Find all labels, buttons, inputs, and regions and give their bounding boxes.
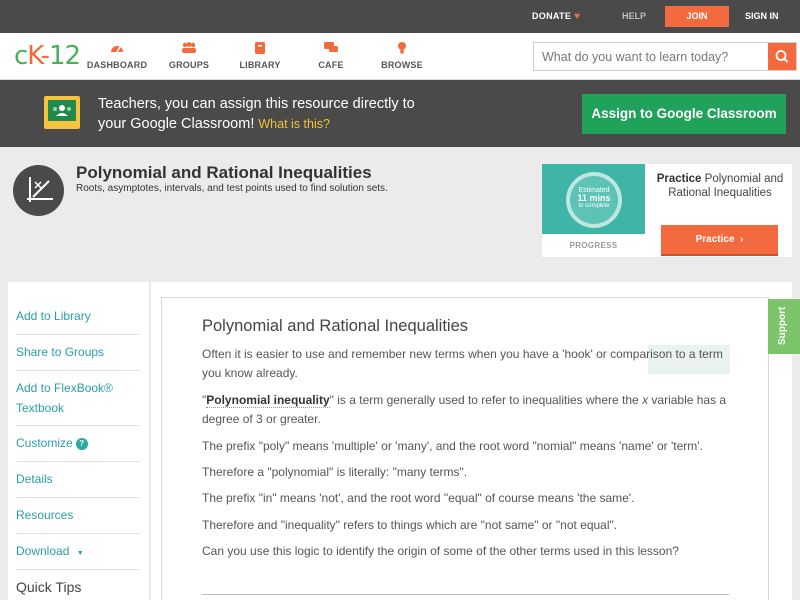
graph-axes-icon (13, 165, 64, 216)
practice-title-bold: Practice (656, 173, 702, 185)
divider (16, 370, 140, 371)
divider (16, 334, 140, 335)
download-label: Download (16, 544, 70, 558)
ck12-logo[interactable]: cK-12 (14, 41, 81, 71)
vocab-term-polynomial-inequality[interactable]: Polynomial inequality (206, 393, 330, 408)
content-paragraph: "Polynomial inequality" is a term genera… (202, 391, 732, 429)
content-paragraph: Therefore and "inequality" refers to thi… (202, 518, 618, 532)
donate-label[interactable]: DONATE (532, 11, 571, 21)
content-title: Polynomial and Rational Inequalities (202, 317, 468, 335)
content-paragraph: The prefix "in" means 'not', and the roo… (202, 491, 635, 505)
search-button[interactable] (768, 43, 796, 70)
content-paragraph: The prefix "poly" means 'multiple' or 'm… (202, 439, 703, 453)
practice-button[interactable]: Practice › (661, 225, 778, 254)
quick-tips-heading: Quick Tips (16, 579, 82, 595)
chevron-right-icon: › (737, 234, 744, 245)
practice-estimate-badge: Estimated 11 mins to complete (542, 164, 645, 234)
paragraph-text: is a term generally used to refer to ine… (333, 393, 643, 407)
google-classroom-banner: Teachers, you can assign this resource d… (0, 80, 800, 147)
nav-cafe[interactable]: CAFE (296, 41, 366, 70)
logo-c: c (14, 41, 28, 71)
logo-dash: - (40, 41, 50, 71)
groups-people-icon (182, 42, 196, 53)
nav-groups[interactable]: GROUPS (154, 41, 224, 70)
progress-label: PROGRESS (569, 241, 618, 250)
logo-k: K (27, 41, 41, 71)
left-sidebar: Add to Library Share to Groups Add to Fl… (8, 282, 149, 600)
classroom-message: Teachers, you can assign this resource d… (98, 94, 415, 134)
heart-icon: ♥ (574, 11, 581, 22)
content-paragraph: Often it is easier to use and remember n… (202, 347, 723, 380)
content-paragraph: Can you use this logic to identify the o… (202, 544, 679, 558)
nav-library[interactable]: LIBRARY (225, 41, 295, 70)
divider (16, 497, 140, 498)
lesson-subtitle: Roots, asymptotes, intervals, and test p… (76, 183, 388, 194)
classroom-message-line1: Teachers, you can assign this resource d… (98, 96, 415, 112)
support-label: Support (777, 306, 788, 345)
nav-dashboard-label: DASHBOARD (86, 60, 148, 70)
donate-link[interactable]: DONATE ♥ (532, 11, 580, 22)
nav-browse[interactable]: BROWSE (367, 41, 437, 70)
customize-link[interactable]: Customize? (16, 433, 140, 453)
estimate-ring: Estimated 11 mins to complete (566, 172, 622, 228)
nav-dashboard[interactable]: DASHBOARD (82, 41, 152, 70)
cafe-chat-icon (324, 42, 338, 52)
add-to-flexbook-link[interactable]: Add to FlexBook® Textbook (16, 378, 140, 418)
dashboard-gauge-icon (111, 46, 123, 53)
resources-link[interactable]: Resources (16, 505, 140, 525)
library-book-icon (255, 42, 265, 54)
estimated-mins: 11 mins (577, 193, 611, 203)
classroom-message-line2: your Google Classroom! (98, 116, 255, 132)
practice-card: Estimated 11 mins to complete PROGRESS P… (542, 164, 792, 257)
divider (16, 425, 140, 426)
divider (16, 569, 140, 570)
browse-lightbulb-icon (398, 42, 406, 54)
divider (16, 461, 140, 462)
join-button[interactable]: JOIN (665, 6, 729, 27)
content-divider (202, 594, 729, 595)
add-to-flexbook-textbook-label: Textbook (16, 401, 65, 415)
caret-down-icon: ▼ (76, 550, 84, 557)
add-to-library-link[interactable]: Add to Library (16, 306, 140, 326)
assign-google-classroom-button[interactable]: Assign to Google Classroom (582, 94, 786, 134)
lesson-title: Polynomial and Rational Inequalities (76, 163, 372, 182)
search-bar (533, 42, 797, 71)
download-link[interactable]: Download ▼ (16, 541, 140, 564)
nav-cafe-label: CAFE (318, 60, 344, 70)
content-paragraph: Therefore a "polynomial" is literally: "… (202, 465, 468, 479)
share-to-groups-link[interactable]: Share to Groups (16, 342, 140, 362)
customize-label: Customize (16, 436, 73, 450)
practice-title[interactable]: Practice Polynomial and Rational Inequal… (652, 172, 788, 200)
help-link[interactable]: HELP (622, 11, 646, 21)
to-complete-label: to complete (578, 203, 610, 209)
search-icon (775, 50, 789, 63)
logo-12: 12 (49, 41, 81, 71)
practice-button-label: Practice (695, 234, 735, 245)
details-link[interactable]: Details (16, 469, 140, 489)
nav-groups-label: GROUPS (168, 60, 210, 70)
help-question-icon[interactable]: ? (75, 438, 88, 450)
sign-in-link[interactable]: SIGN IN (745, 11, 779, 21)
nav-library-label: LIBRARY (239, 60, 281, 70)
search-input[interactable] (534, 43, 768, 70)
nav-browse-label: BROWSE (381, 60, 423, 70)
what-is-this-link[interactable]: What is this? (258, 117, 330, 131)
top-utility-bar: DONATE ♥ HELP JOIN SIGN IN (0, 0, 800, 33)
add-to-flexbook-label: Add to FlexBook® (16, 381, 113, 395)
support-tab[interactable]: Support (768, 299, 800, 354)
divider (16, 533, 140, 534)
google-classroom-icon (44, 96, 80, 129)
